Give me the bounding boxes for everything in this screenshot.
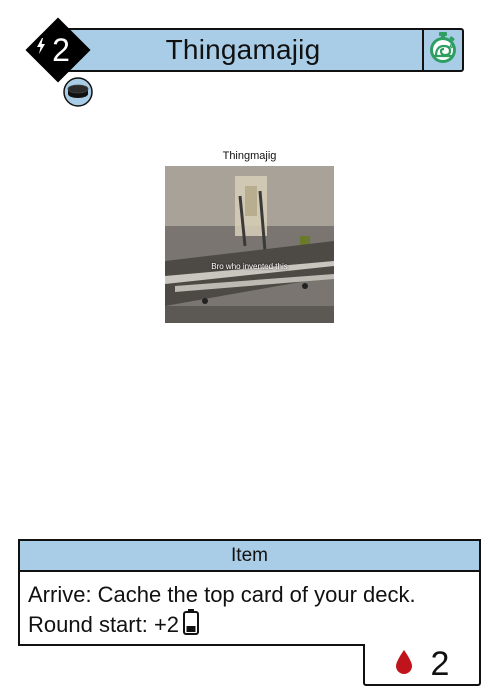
power-badge: 2 bbox=[363, 644, 481, 686]
rules-text: Arrive: Cache the top card of your deck.… bbox=[20, 572, 479, 642]
rules-line-round-start-text: Round start: +2 bbox=[28, 612, 180, 637]
timer-box bbox=[422, 30, 462, 70]
title-bar: Thingamajig bbox=[62, 28, 464, 72]
card-art: Thingmajig Bro who invented this bbox=[165, 148, 334, 323]
snail-stopwatch-icon bbox=[428, 31, 458, 69]
art-caption: Thingmajig bbox=[222, 150, 277, 162]
rules-line-round-start: Round start: +2 bbox=[28, 609, 471, 642]
puck-token-icon bbox=[63, 77, 93, 107]
cost-value: 2 bbox=[52, 31, 70, 68]
rules-line-arrive: Arrive: Cache the top card of your deck. bbox=[28, 582, 416, 607]
rules-box: Item Arrive: Cache the top card of your … bbox=[18, 539, 481, 646]
cost-badge: 2 bbox=[25, 17, 91, 83]
battery-icon bbox=[183, 609, 200, 642]
card-title: Thingamajig bbox=[165, 34, 321, 65]
art-photo: Bro who invented this bbox=[165, 166, 334, 323]
power-value: 2 bbox=[430, 644, 450, 683]
art-overlay-text: Bro who invented this bbox=[211, 262, 288, 271]
type-line: Item bbox=[20, 541, 479, 572]
blood-drop-icon bbox=[395, 649, 413, 679]
